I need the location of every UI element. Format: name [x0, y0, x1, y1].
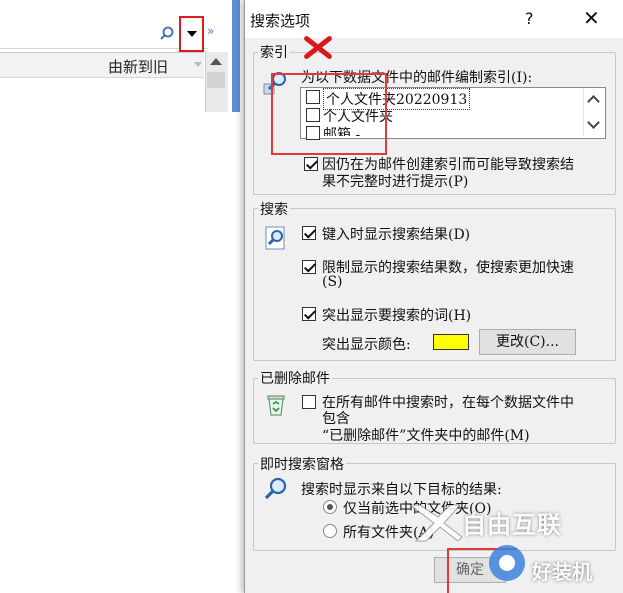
- help-button[interactable]: ?: [525, 9, 534, 28]
- background-window-edge: [232, 0, 240, 112]
- highlight-words-checkbox[interactable]: [302, 307, 316, 321]
- expand-icon[interactable]: »: [207, 24, 214, 38]
- current-folder-radio[interactable]: [323, 500, 337, 514]
- change-color-button[interactable]: 更改(C)...: [479, 329, 576, 355]
- deleted-items-group-title: 已删除邮件: [258, 368, 332, 388]
- search-group-title: 搜索: [258, 199, 290, 219]
- watermark-text: 自由互联: [462, 511, 562, 539]
- scroll-up-icon[interactable]: [210, 58, 222, 65]
- watermark-text-2: 好装机: [532, 560, 592, 584]
- highlight-color-label: 突出显示颜色:: [322, 337, 411, 353]
- search-box[interactable]: [0, 18, 208, 49]
- search-pane-icon: [264, 477, 287, 500]
- sort-order-label[interactable]: 由新到旧: [108, 56, 168, 77]
- instant-search-group-title: 即时搜索窗格: [258, 454, 346, 474]
- limit-results-label: 限制显示的搜索结果数，使搜索更加快速: [322, 260, 574, 276]
- highlight-words-label: 突出显示要搜索的词(H): [322, 308, 472, 324]
- instant-results-checkbox[interactable]: [302, 226, 316, 240]
- index-group-title: 索引: [258, 42, 290, 62]
- scrollbar-thumb[interactable]: [207, 72, 225, 88]
- include-deleted-checkbox[interactable]: [302, 395, 316, 409]
- search-document-icon: [265, 226, 285, 250]
- sort-caret-icon[interactable]: [194, 62, 202, 67]
- limit-results-checkbox[interactable]: [302, 260, 316, 274]
- watermark-badge-inner: [499, 555, 515, 571]
- recycle-bin-icon: [267, 395, 285, 416]
- instant-results-label: 键入时显示搜索结果(D): [322, 227, 471, 243]
- highlight-color-swatch: [433, 334, 469, 350]
- chevron-down-icon: [187, 31, 197, 37]
- annotation-highlight-box: [271, 73, 387, 155]
- dialog-title: 搜索选项: [250, 12, 311, 30]
- all-folders-radio[interactable]: [323, 524, 337, 538]
- instant-search-label: 搜索时显示来自以下目标的结果:: [301, 482, 502, 498]
- incomplete-index-warning-label-2: 果不完整时进行提示(P): [322, 174, 469, 190]
- include-deleted-label: 在所有邮件中搜索时，在每个数据文件中: [322, 395, 574, 411]
- incomplete-index-warning-checkbox[interactable]: [304, 157, 318, 171]
- limit-results-label-2: (S): [322, 274, 343, 290]
- search-icon[interactable]: [160, 26, 174, 40]
- message-list-header: [0, 52, 204, 78]
- watermark-logo-icon: [408, 504, 463, 542]
- close-button[interactable]: ✕: [583, 6, 600, 30]
- include-deleted-label-3: “已删除邮件”文件夹中的邮件(M): [322, 428, 530, 444]
- search-scope-dropdown-button[interactable]: [179, 16, 204, 52]
